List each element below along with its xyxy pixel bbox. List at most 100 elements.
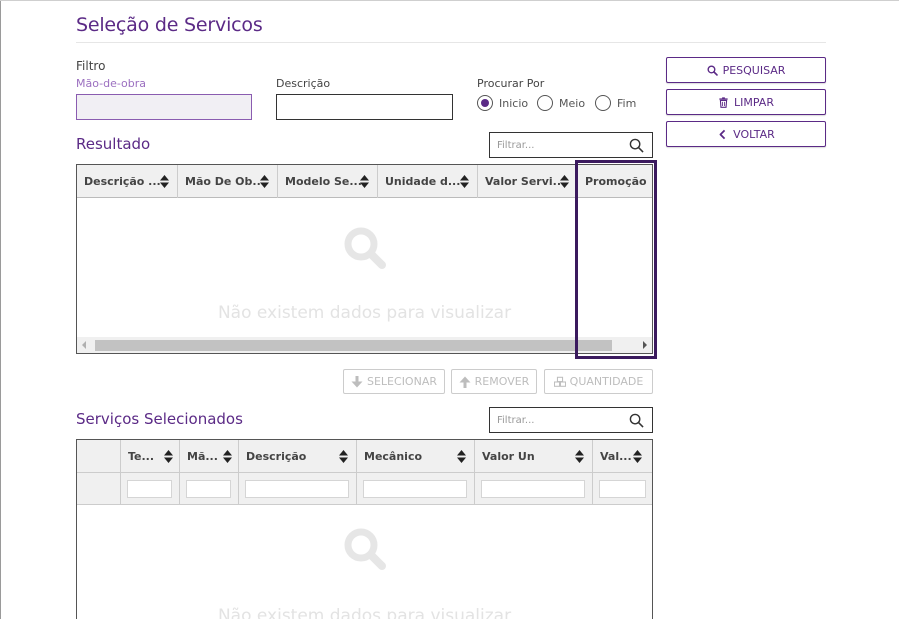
resultado-grid: Descrição ... Mão De Ob... Modelo Se... … [76,164,653,354]
resultado-title: Resultado [76,135,151,153]
filter-cell [239,473,357,505]
sort-icon[interactable] [560,175,569,188]
procurar-por-label: Procurar Por [477,77,545,90]
window-top-border [0,0,899,1]
voltar-button[interactable]: VOLTAR [666,121,826,147]
column-header-label: Descrição ... [84,175,161,188]
selecionar-button[interactable]: SELECIONAR [343,369,445,394]
selecionar-label: SELECIONAR [367,375,437,388]
filter-heading: Filtro [76,59,106,73]
quantidade-label: QUANTIDADE [569,375,644,388]
column-header-label: Descrição [246,450,307,463]
filter-cell [121,473,180,505]
trash-icon [719,96,728,108]
column-filter-input[interactable] [245,480,349,498]
column-header-label: Valor Un [482,450,535,463]
filter-cell [77,473,121,505]
radio-inicio[interactable]: Inicio [477,94,528,112]
search-icon[interactable] [629,413,644,428]
sort-icon[interactable] [164,450,173,463]
mao-de-obra-input[interactable] [76,94,252,120]
column-header-descricao[interactable]: Descrição [239,440,357,473]
pesquisar-button[interactable]: PESQUISAR [666,57,826,83]
selecionados-title: Serviços Selecionados [76,410,243,428]
sort-icon[interactable] [457,450,466,463]
empty-search-icon [344,227,386,269]
sort-icon[interactable] [223,450,232,463]
selecionados-grid-header: Te... Mã... Descrição Mecânico Valor Un … [77,440,652,473]
column-header-valor-un[interactable]: Valor Un [475,440,593,473]
search-icon[interactable] [629,138,644,153]
chevron-left-icon [719,129,726,139]
remover-button[interactable]: REMOVER [451,369,537,394]
radio-fim[interactable]: Fim [595,94,636,112]
scrollbar-thumb[interactable] [95,340,612,351]
column-header-te[interactable]: Te... [121,440,180,473]
quantidade-button[interactable]: QUANTIDADE [544,369,653,394]
column-header-descricao[interactable]: Descrição ... [77,165,178,198]
radio-meio-label: Meio [559,96,586,110]
empty-message: Não existem dados para visualizar [217,303,512,323]
filter-cell [475,473,593,505]
filter-cell [180,473,239,505]
column-header-modelo[interactable]: Modelo Se... [278,165,378,198]
sort-icon[interactable] [633,450,642,463]
horizontal-scrollbar[interactable] [77,337,652,353]
column-header-label: Valor Servi... [485,175,566,188]
column-header-label: Unidade d... [385,175,461,188]
page-title: Seleção de Servicos [76,14,263,36]
column-header-mao-de-obra[interactable]: Mão De Ob... [178,165,278,198]
column-filter-input[interactable] [127,480,172,498]
title-divider [76,42,826,43]
scroll-left-arrow[interactable] [82,341,86,349]
column-header-mao[interactable]: Mã... [180,440,239,473]
radio-meio[interactable]: Meio [537,94,585,112]
sort-icon[interactable] [575,450,584,463]
radio-circle[interactable] [537,95,553,111]
radio-circle-selected[interactable] [477,95,493,111]
column-header-label: Mecânico [364,450,423,463]
radio-inicio-label: Inicio [499,96,529,110]
sort-icon[interactable] [260,175,269,188]
cubes-icon [553,376,566,387]
limpar-label: LIMPAR [734,95,774,109]
filter-cell [357,473,475,505]
limpar-button[interactable]: LIMPAR [666,89,826,115]
filter-placeholder: Filtrar... [497,414,535,426]
column-header-valor-servico[interactable]: Valor Servi... [478,165,578,198]
column-filter-input[interactable] [599,480,646,498]
empty-search-icon [344,528,386,570]
mao-de-obra-label: Mão-de-obra [76,77,147,90]
search-icon [707,64,718,76]
remover-label: REMOVER [474,375,530,388]
column-header-label: Mã... [187,450,218,463]
descricao-label: Descrição [276,77,331,90]
descricao-input[interactable] [276,94,453,120]
column-header-label: Mão De Ob... [185,175,265,188]
promocao-column-highlight [575,160,657,359]
sort-icon[interactable] [160,175,169,188]
column-filter-input[interactable] [363,480,467,498]
column-header-unidade[interactable]: Unidade d... [378,165,478,198]
column-header-mecanico[interactable]: Mecânico [357,440,475,473]
column-header-label: Modelo Se... [285,175,362,188]
column-header-valor[interactable]: Val... [593,440,652,473]
radio-circle[interactable] [595,95,611,111]
selecionados-filter-row [77,473,652,505]
column-filter-input[interactable] [186,480,231,498]
column-header-select [77,440,121,473]
filter-cell [593,473,652,505]
window-left-border [0,0,1,619]
column-header-label: Te... [128,450,155,463]
radio-fim-label: Fim [617,96,637,110]
empty-message: Não existem dados para visualizar [217,606,512,619]
selecionados-grid: Te... Mã... Descrição Mecânico Valor Un … [76,439,653,619]
sort-icon[interactable] [460,175,469,188]
arrow-up-icon [459,376,471,388]
selecionados-filter-input[interactable]: Filtrar... [489,407,653,433]
sort-icon[interactable] [339,450,348,463]
voltar-label: VOLTAR [733,127,775,141]
resultado-filter-input[interactable]: Filtrar... [489,132,653,158]
sort-icon[interactable] [360,175,369,188]
column-filter-input[interactable] [481,480,585,498]
